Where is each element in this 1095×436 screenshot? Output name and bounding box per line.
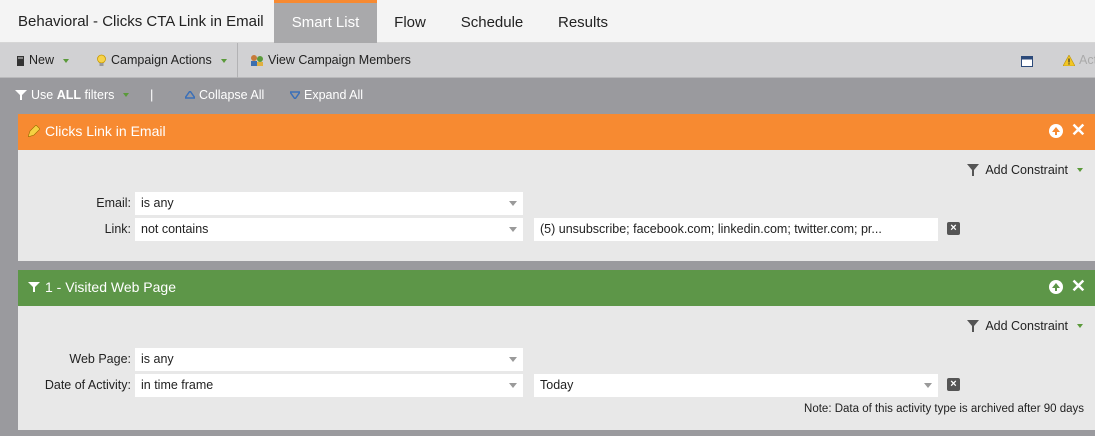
- filter-panel-clicks-link: Clicks Link in Email ✕ Add Constraint Em…: [18, 114, 1095, 261]
- collapse-all-button[interactable]: Collapse All: [185, 88, 264, 102]
- row-label-web-page: Web Page:: [69, 352, 131, 366]
- new-label: New: [29, 53, 55, 67]
- chevron-down-icon: [509, 227, 517, 232]
- toolbar: New Campaign Actions View Campaign Membe…: [0, 43, 1095, 78]
- use-strong: ALL: [56, 88, 82, 102]
- alert-label: Act: [1079, 53, 1095, 67]
- collapse-all-label: Collapse All: [199, 88, 265, 102]
- lightbulb-icon: [97, 54, 106, 66]
- filter-header[interactable]: Clicks Link in Email ✕: [18, 114, 1095, 150]
- expand-all-button[interactable]: Expand All: [290, 88, 363, 102]
- date-value: Today: [540, 378, 574, 392]
- filter-funnel-icon: [15, 90, 27, 100]
- add-constraint-button[interactable]: Add Constraint: [967, 163, 1083, 177]
- constraint-icon: [967, 164, 980, 176]
- constraint-icon: [967, 320, 980, 332]
- row-label-link: Link:: [104, 222, 131, 236]
- web-page-icon: [28, 282, 40, 292]
- view-campaign-members-label: View Campaign Members: [268, 53, 411, 67]
- alert-button[interactable]: Act: [1063, 43, 1095, 78]
- toolbar-divider: [237, 43, 238, 78]
- chevron-down-icon: [509, 357, 517, 362]
- email-click-icon: [28, 125, 40, 137]
- tab-bar: Behavioral - Clicks CTA Link in Email Sm…: [0, 0, 1095, 43]
- web-page-operator-select[interactable]: is any: [135, 348, 523, 371]
- row-label-email: Email:: [96, 196, 131, 210]
- expand-icon: [290, 91, 300, 99]
- row-label-date-of-activity: Date of Activity:: [44, 378, 131, 392]
- window-icon: [1021, 55, 1033, 67]
- use-all-filters-label: Use ALL filters: [31, 88, 114, 102]
- use-suffix: filters: [81, 88, 115, 102]
- date-operator-value: in time frame: [141, 378, 214, 392]
- campaign-title: Behavioral - Clicks CTA Link in Email: [18, 13, 264, 30]
- chevron-down-icon: [123, 93, 130, 97]
- chevron-down-icon: [509, 201, 517, 206]
- move-up-icon[interactable]: [1049, 280, 1063, 294]
- new-icon: [17, 55, 24, 66]
- tab-smart-list[interactable]: Smart List: [274, 0, 377, 43]
- use-all-filters-dropdown[interactable]: Use ALL filters: [15, 88, 130, 102]
- collapse-icon: [185, 91, 195, 99]
- link-operator-value: not contains: [141, 222, 209, 236]
- move-up-icon[interactable]: [1049, 124, 1063, 138]
- remove-value-icon[interactable]: ×: [947, 378, 960, 391]
- chevron-down-icon: [220, 58, 227, 63]
- remove-value-icon[interactable]: ×: [947, 222, 960, 235]
- use-prefix: Use: [31, 88, 57, 102]
- campaign-actions-button[interactable]: Campaign Actions: [96, 43, 227, 78]
- filter-panel-visited-web-page: 1 - Visited Web Page ✕ Add Constraint We…: [18, 270, 1095, 430]
- filter-bar-separator: |: [150, 87, 154, 102]
- filter-title: 1 - Visited Web Page: [45, 279, 177, 295]
- tab-results[interactable]: Results: [546, 0, 620, 43]
- filter-title: Clicks Link in Email: [45, 123, 166, 139]
- close-icon[interactable]: ✕: [1071, 276, 1086, 296]
- chevron-down-icon: [924, 383, 932, 388]
- web-page-operator-value: is any: [141, 352, 174, 366]
- add-constraint-label: Add Constraint: [985, 163, 1068, 177]
- archive-note: Note: Data of this activity type is arch…: [804, 403, 1084, 415]
- chevron-down-icon: [509, 383, 517, 388]
- close-icon[interactable]: ✕: [1071, 120, 1086, 140]
- tab-flow[interactable]: Flow: [382, 0, 438, 43]
- warning-icon: [1063, 55, 1075, 66]
- expand-all-label: Expand All: [304, 88, 364, 102]
- filter-header[interactable]: 1 - Visited Web Page ✕: [18, 270, 1095, 306]
- tab-schedule[interactable]: Schedule: [450, 0, 534, 43]
- filter-bar: Use ALL filters | Collapse All Expand Al…: [0, 78, 1095, 113]
- window-toggle-button[interactable]: [1021, 43, 1033, 78]
- new-button[interactable]: New: [16, 43, 70, 78]
- campaign-actions-label: Campaign Actions: [111, 53, 212, 67]
- chevron-down-icon: [1077, 324, 1083, 328]
- date-value-select[interactable]: Today: [534, 374, 938, 397]
- link-operator-select[interactable]: not contains: [135, 218, 523, 241]
- add-constraint-label: Add Constraint: [985, 319, 1068, 333]
- add-constraint-button[interactable]: Add Constraint: [967, 319, 1083, 333]
- email-operator-select[interactable]: is any: [135, 192, 523, 215]
- chevron-down-icon: [63, 58, 70, 63]
- members-icon: [251, 55, 263, 66]
- date-operator-select[interactable]: in time frame: [135, 374, 523, 397]
- view-campaign-members-button[interactable]: View Campaign Members: [250, 43, 411, 78]
- chevron-down-icon: [1077, 168, 1083, 172]
- email-operator-value: is any: [141, 196, 174, 210]
- link-value-field[interactable]: (5) unsubscribe; facebook.com; linkedin.…: [534, 218, 938, 241]
